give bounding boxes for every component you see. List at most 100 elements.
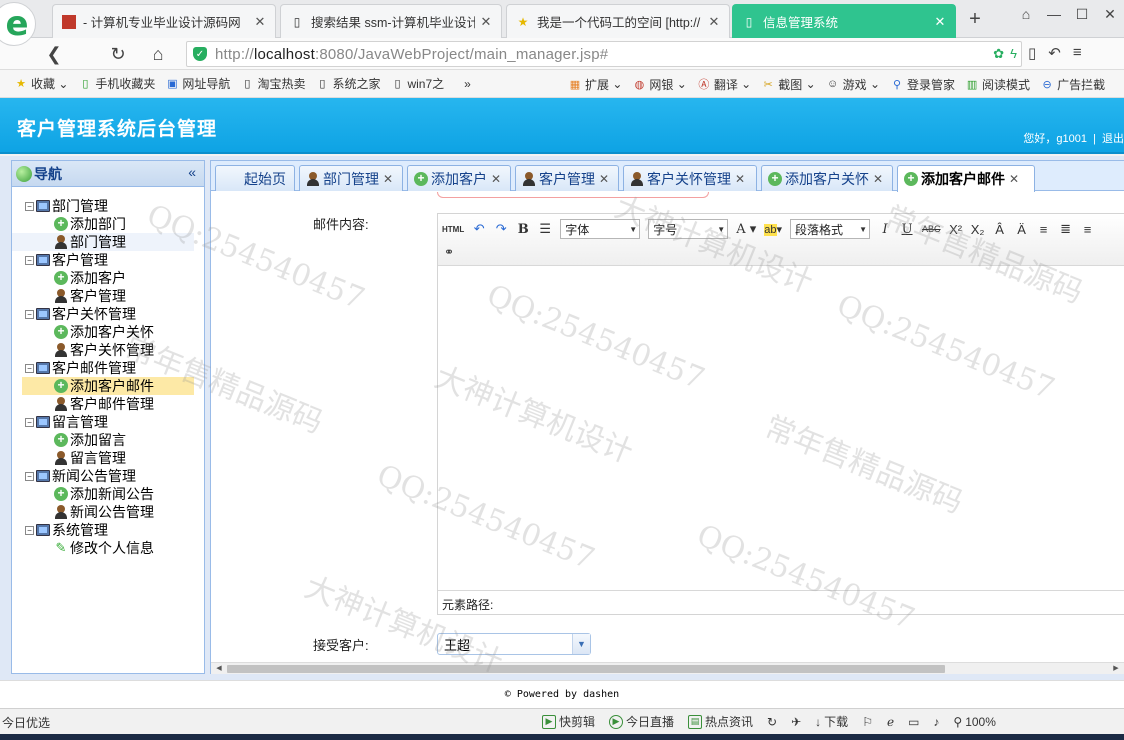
align-right-icon[interactable]: ≡ bbox=[1081, 222, 1095, 237]
screenshot-button[interactable]: ✂ 截图 ⌄ bbox=[761, 76, 816, 93]
login-manager-button[interactable]: ⚲ 登录管家 bbox=[890, 76, 955, 93]
logout-link[interactable]: 退出 bbox=[1102, 133, 1124, 145]
tree-group-department[interactable]: − 部门管理 bbox=[12, 197, 204, 215]
highlight-color-icon[interactable]: ab▾ bbox=[764, 223, 782, 236]
font-size-select[interactable]: 字号 ▼ bbox=[648, 219, 729, 239]
tree-item-add-customer-email[interactable]: + 添加客户邮件 bbox=[22, 377, 194, 395]
reader-icon[interactable]: ▯ bbox=[1028, 44, 1036, 62]
tree-item-message-manage[interactable]: 留言管理 bbox=[12, 449, 204, 467]
skin-icon[interactable]: ⌂ bbox=[1012, 0, 1040, 28]
quick-clip-button[interactable]: ▶ 快剪辑 bbox=[542, 713, 595, 730]
close-icon[interactable]: ✕ bbox=[933, 14, 947, 30]
new-tab-button[interactable]: + bbox=[965, 8, 985, 31]
bookmark-item[interactable]: ▣ 网址导航 bbox=[165, 75, 230, 92]
zoom-level[interactable]: ⚲ 100% bbox=[953, 715, 996, 729]
close-icon[interactable]: ✕ bbox=[491, 172, 501, 186]
today-picks[interactable]: 今日优选 bbox=[2, 714, 50, 731]
bookmark-item[interactable]: ▯ 系统之家 bbox=[315, 75, 380, 92]
superscript-icon[interactable]: X² bbox=[949, 222, 963, 237]
scroll-right-icon[interactable]: ▶ bbox=[1110, 663, 1122, 675]
align-left-icon[interactable]: ≡ bbox=[1037, 222, 1051, 237]
horizontal-scrollbar[interactable]: ◀ ▶ bbox=[211, 662, 1124, 674]
browser-tab-active[interactable]: ▯ 信息管理系统 ✕ bbox=[732, 4, 956, 38]
collapse-sidebar-button[interactable]: « bbox=[188, 164, 196, 180]
live-button[interactable]: ▶ 今日直播 bbox=[609, 713, 674, 730]
clear-format-icon[interactable]: Â bbox=[993, 222, 1007, 237]
format-painter-icon[interactable]: Ä bbox=[1015, 222, 1029, 237]
close-window-icon[interactable]: ✕ bbox=[1096, 0, 1124, 28]
scroll-left-icon[interactable]: ◀ bbox=[213, 663, 225, 675]
close-icon[interactable]: ✕ bbox=[1009, 172, 1019, 186]
align-center-icon[interactable]: ≣ bbox=[1059, 221, 1073, 237]
bookmarks-more-button[interactable]: » bbox=[464, 77, 471, 91]
font-family-select[interactable]: 字体 ▼ bbox=[560, 219, 641, 239]
ad-block-button[interactable]: ⊖ 广告拦截 bbox=[1040, 76, 1105, 93]
bookmark-item[interactable]: ▯ win7之 bbox=[390, 75, 444, 92]
reading-mode-button[interactable]: ▥ 阅读模式 bbox=[965, 76, 1030, 93]
tab-customer-manage[interactable]: 客户管理 ✕ bbox=[515, 165, 619, 191]
flag-icon[interactable]: ⚐ bbox=[862, 715, 873, 729]
minus-icon[interactable]: − bbox=[25, 363, 34, 373]
maximize-icon[interactable]: ☐ bbox=[1068, 0, 1096, 28]
subscript-icon[interactable]: X₂ bbox=[971, 222, 985, 237]
close-icon[interactable]: ✕ bbox=[253, 14, 267, 30]
url-input[interactable]: ✓ http://localhost:8080/JavaWebProject/m… bbox=[186, 41, 1022, 67]
paragraph-format-select[interactable]: 段落格式 ▼ bbox=[790, 219, 871, 239]
tab-add-customer[interactable]: + 添加客户 ✕ bbox=[407, 165, 511, 191]
hot-news-button[interactable]: ▤ 热点资讯 bbox=[688, 713, 753, 730]
minimize-icon[interactable]: — bbox=[1040, 0, 1068, 28]
tree-item-add-news[interactable]: + 添加新闻公告 bbox=[12, 485, 204, 503]
tree-group-customer[interactable]: − 客户管理 bbox=[12, 251, 204, 269]
translate-button[interactable]: Ⓐ 翻译 ⌄ bbox=[697, 76, 751, 93]
bookmark-item[interactable]: ★ 收藏 ⌄ bbox=[14, 75, 68, 92]
minus-icon[interactable]: − bbox=[25, 255, 34, 265]
plane-icon[interactable]: ✈ bbox=[791, 715, 801, 729]
tree-item-add-customer-care[interactable]: + 添加客户关怀 bbox=[12, 323, 204, 341]
link-icon[interactable]: ⚭ bbox=[442, 245, 456, 259]
refresh-icon[interactable]: ↻ bbox=[767, 715, 777, 729]
minus-icon[interactable]: − bbox=[25, 525, 34, 535]
receiver-select[interactable]: 王超 ▼ bbox=[437, 633, 591, 655]
sound-icon[interactable]: ♪ bbox=[933, 715, 939, 729]
html-source-button[interactable]: HTML bbox=[442, 225, 464, 234]
minus-icon[interactable]: − bbox=[25, 471, 34, 481]
tab-home[interactable]: 起始页 bbox=[215, 165, 295, 191]
menu-icon[interactable]: ≡ bbox=[1073, 44, 1082, 62]
tree-group-customer-care[interactable]: − 客户关怀管理 bbox=[12, 305, 204, 323]
tree-item-customer-email-manage[interactable]: 客户邮件管理 bbox=[12, 395, 204, 413]
bold-icon[interactable]: B bbox=[516, 222, 530, 237]
tree-item-add-message[interactable]: + 添加留言 bbox=[12, 431, 204, 449]
strikethrough-icon[interactable]: ABC bbox=[922, 224, 941, 234]
tab-add-customer-care[interactable]: + 添加客户关怀 ✕ bbox=[761, 165, 893, 191]
editor-body[interactable] bbox=[438, 266, 1124, 590]
minus-icon[interactable]: − bbox=[25, 309, 34, 319]
netbank-button[interactable]: ◍ 网银 ⌄ bbox=[632, 76, 687, 93]
back-icon[interactable]: ❮ bbox=[42, 42, 66, 66]
security-icon[interactable]: ✿ bbox=[993, 46, 1004, 62]
tab-customer-care-manage[interactable]: 客户关怀管理 ✕ bbox=[623, 165, 757, 191]
reload-icon[interactable]: ↻ bbox=[106, 42, 130, 66]
close-icon[interactable]: ✕ bbox=[599, 172, 609, 186]
tree-group-system[interactable]: − 系统管理 bbox=[12, 521, 204, 539]
extensions-button[interactable]: ▦ 扩展 ⌄ bbox=[568, 76, 623, 93]
tree-item-add-customer[interactable]: + 添加客户 bbox=[12, 269, 204, 287]
tree-group-message[interactable]: − 留言管理 bbox=[12, 413, 204, 431]
tree-item-edit-profile[interactable]: ✎ 修改个人信息 bbox=[12, 539, 204, 557]
redo-icon[interactable]: ↷ bbox=[494, 221, 508, 237]
scroll-thumb[interactable] bbox=[227, 665, 945, 673]
underline-icon[interactable]: U bbox=[900, 222, 914, 237]
tree-item-customer-care-manage[interactable]: 客户关怀管理 bbox=[12, 341, 204, 359]
bookmark-item[interactable]: ▯ 淘宝热卖 bbox=[240, 75, 305, 92]
indent-icon[interactable]: ☰ bbox=[538, 221, 552, 237]
undo-icon[interactable]: ↶ bbox=[1048, 44, 1061, 62]
close-icon[interactable]: ✕ bbox=[383, 172, 393, 186]
tree-group-customer-email[interactable]: − 客户邮件管理 bbox=[12, 359, 204, 377]
font-color-icon[interactable]: A ▾ bbox=[736, 222, 756, 237]
tab-add-customer-email[interactable]: + 添加客户邮件 ✕ bbox=[897, 165, 1035, 192]
minus-icon[interactable]: − bbox=[25, 417, 34, 427]
home-icon[interactable]: ⌂ bbox=[146, 42, 170, 66]
ie-icon[interactable]: ℯ bbox=[887, 715, 894, 729]
italic-icon[interactable]: I bbox=[878, 222, 892, 237]
lightning-icon[interactable]: ϟ bbox=[1010, 46, 1017, 62]
tree-item-news-manage[interactable]: 新闻公告管理 bbox=[12, 503, 204, 521]
